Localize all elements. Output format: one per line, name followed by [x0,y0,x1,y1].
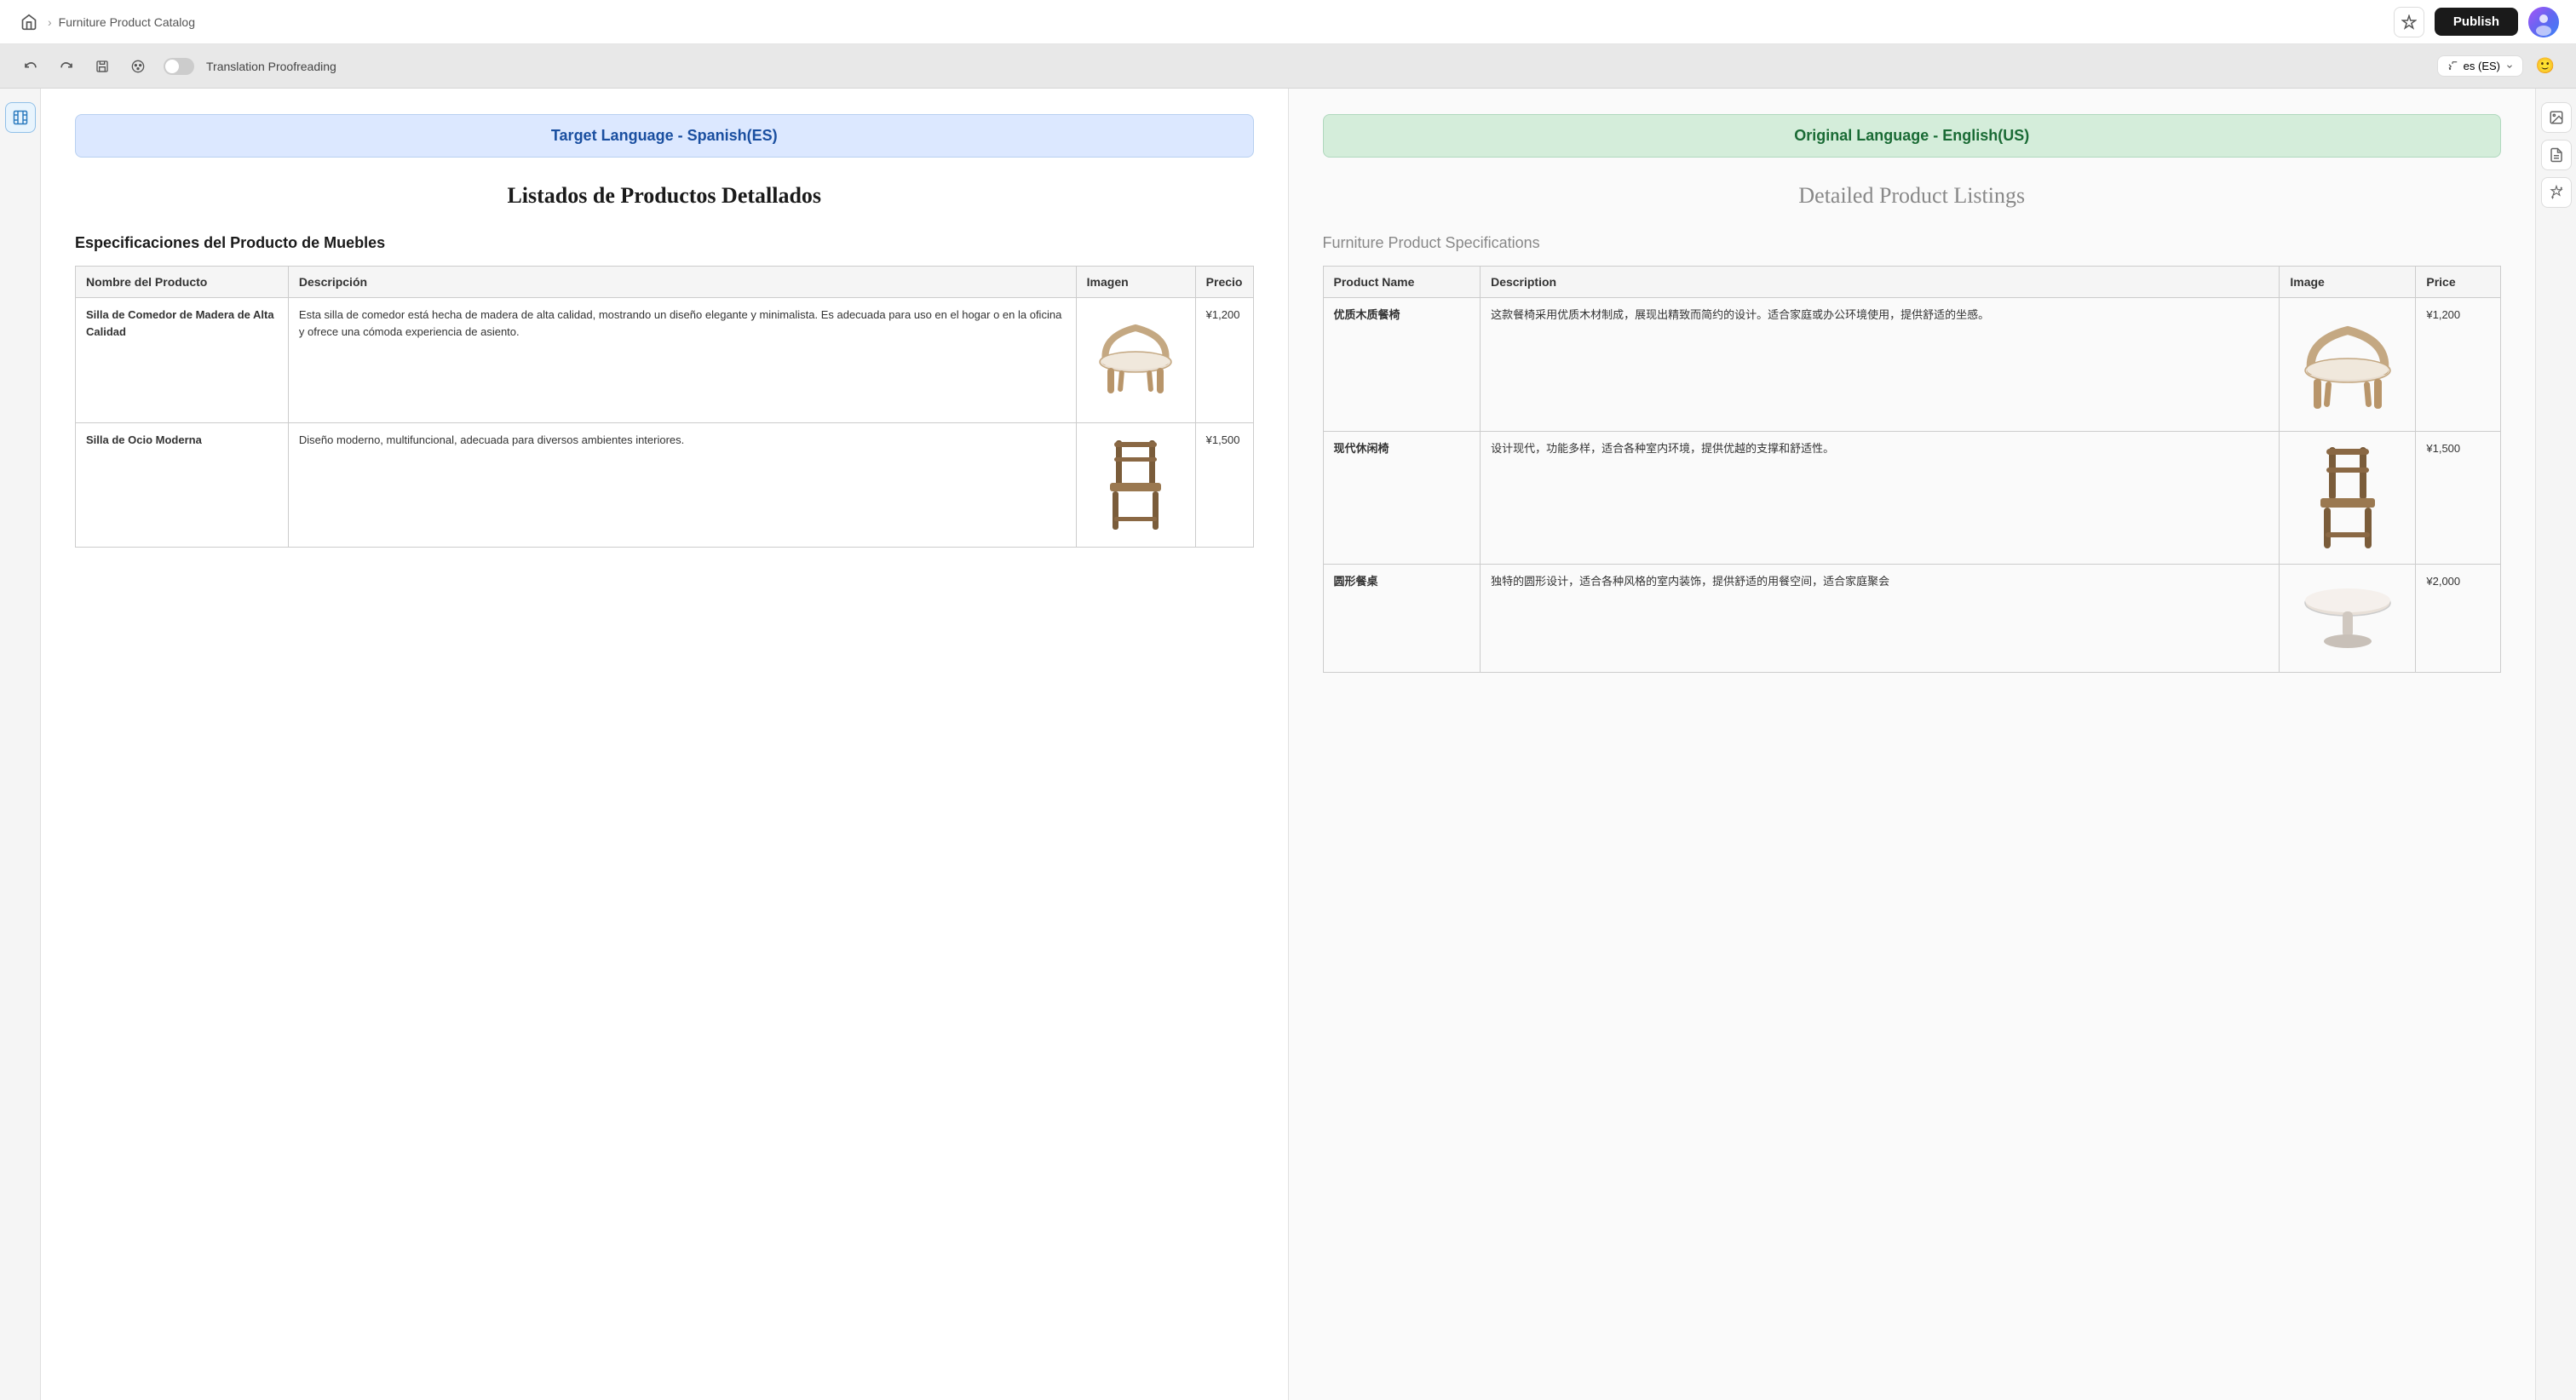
language-selector[interactable]: es (ES) [2437,55,2523,77]
image-panel-icon[interactable] [2541,102,2572,133]
wood-chair-svg-right [2305,440,2390,551]
right-page-title: Detailed Product Listings [1323,183,2502,209]
product-image-2 [1076,422,1195,548]
r-product-desc-2: 设计现代，功能多样，适合各种室内环境，提供优越的支撑和舒适性。 [1481,431,2280,565]
right-panel: Original Language - English(US) Detailed… [1289,89,2536,1400]
col-header-pdesc: Description [1481,267,2280,298]
r-product-image-2 [2280,431,2416,565]
home-icon[interactable] [17,10,41,34]
col-header-pname: Product Name [1323,267,1481,298]
table-row: 现代休闲椅 设计现代，功能多样，适合各种室内环境，提供优越的支撑和舒适性。 [1323,431,2501,565]
sparkle-panel-icon[interactable] [2541,177,2572,208]
left-product-table: Nombre del Producto Descripción Imagen P… [75,266,1254,548]
avatar [2528,7,2559,37]
col-header-price: Precio [1195,267,1253,298]
wood-chair-svg-left [1097,432,1174,534]
product-price-2: ¥1,500 [1195,422,1253,548]
breadcrumb-text: Furniture Product Catalog [59,15,195,29]
round-table-svg [2297,573,2399,658]
palette-button[interactable] [124,53,152,80]
panels-container: Target Language - Spanish(ES) Listados d… [41,89,2535,1400]
right-product-table: Product Name Description Image Price 优质木… [1323,266,2502,673]
emoji-button[interactable]: 🙂 [2532,53,2559,80]
r-product-name-2: 现代休闲椅 [1323,431,1481,565]
target-lang-header: Target Language - Spanish(ES) [75,114,1254,158]
col-header-pprice: Price [2416,267,2501,298]
toolbar-label: Translation Proofreading [206,60,336,73]
r-product-price-2: ¥1,500 [2416,431,2501,565]
lang-selector-label: es (ES) [2464,60,2500,72]
table-row: Silla de Comedor de Madera de Alta Calid… [76,298,1254,423]
r-product-name-1: 优质木质餐椅 [1323,298,1481,432]
r-product-desc-1: 这款餐椅采用优质木材制成，展现出精致而简约的设计。适合家庭或办公环境使用，提供舒… [1481,298,2280,432]
nav-right: Publish [2394,7,2559,37]
save-button[interactable] [89,53,116,80]
breadcrumb-separator: › [48,15,52,29]
product-name-1: Silla de Comedor de Madera de Alta Calid… [76,298,289,423]
table-row: 优质木质餐椅 这款餐椅采用优质木材制成，展现出精致而简约的设计。适合家庭或办公环… [1323,298,2501,432]
r-product-image-1 [2280,298,2416,432]
round-chair-svg-left [1089,307,1182,409]
product-image-1 [1076,298,1195,423]
col-header-desc: Descripción [288,267,1076,298]
film-icon[interactable] [5,102,36,133]
toolbar-right: es (ES) 🙂 [2437,53,2559,80]
translation-toggle[interactable] [164,58,194,75]
table-row: Silla de Ocio Moderna Diseño moderno, mu… [76,422,1254,548]
toolbar: Translation Proofreading es (ES) 🙂 [0,44,2576,89]
col-header-name: Nombre del Producto [76,267,289,298]
undo-button[interactable] [17,53,44,80]
table-row: 圆形餐桌 独特的圆形设计，适合各种风格的室内装饰，提供舒适的用餐空间，适合家庭聚… [1323,565,2501,673]
product-desc-2: Diseño moderno, multifuncional, adecuada… [288,422,1076,548]
top-nav: › Furniture Product Catalog Publish [0,0,2576,44]
original-lang-header: Original Language - English(US) [1323,114,2502,158]
left-section-heading: Especificaciones del Producto de Muebles [75,234,1254,252]
original-lang-label: Original Language - English(US) [1794,127,2029,144]
col-header-image: Imagen [1076,267,1195,298]
round-chair-svg-right [2292,307,2403,417]
left-side-panel [0,89,41,1400]
product-name-2: Silla de Ocio Moderna [76,422,289,548]
publish-button[interactable]: Publish [2435,8,2518,36]
r-product-price-1: ¥1,200 [2416,298,2501,432]
col-header-pimage: Image [2280,267,2416,298]
doc-panel-icon[interactable] [2541,140,2572,170]
sparkle-button[interactable] [2394,7,2424,37]
left-panel: Target Language - Spanish(ES) Listados d… [41,89,1289,1400]
product-desc-1: Esta silla de comedor está hecha de made… [288,298,1076,423]
r-product-desc-3: 独特的圆形设计，适合各种风格的室内装饰，提供舒适的用餐空间，适合家庭聚会 [1481,565,2280,673]
r-product-name-3: 圆形餐桌 [1323,565,1481,673]
product-price-1: ¥1,200 [1195,298,1253,423]
main-content: Target Language - Spanish(ES) Listados d… [0,89,2576,1400]
redo-button[interactable] [53,53,80,80]
left-page-title: Listados de Productos Detallados [75,183,1254,209]
target-lang-label: Target Language - Spanish(ES) [551,127,778,144]
r-product-image-3 [2280,565,2416,673]
right-section-heading: Furniture Product Specifications [1323,234,2502,252]
right-side-panel [2535,89,2576,1400]
nav-left: › Furniture Product Catalog [17,10,195,34]
r-product-price-3: ¥2,000 [2416,565,2501,673]
